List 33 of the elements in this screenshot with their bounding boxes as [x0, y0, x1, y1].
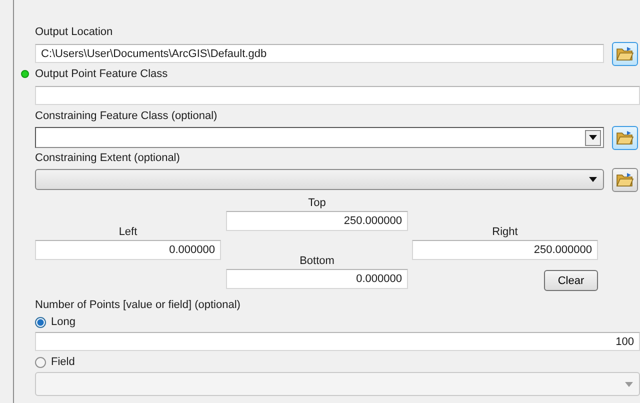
extent-label: Right	[491, 225, 519, 240]
number-field[interactable]: 100	[35, 332, 640, 351]
number-field[interactable]: 0.000000	[226, 269, 408, 289]
field-label: Constraining Extent (optional)	[35, 152, 180, 164]
radio-button[interactable]	[35, 356, 46, 368]
browse-button[interactable]	[612, 168, 638, 192]
folder-icon	[616, 130, 634, 146]
number-field[interactable]: 250.000000	[226, 211, 408, 231]
text-field[interactable]: C:\Users\User\Documents\ArcGIS\Default.gdb	[35, 44, 604, 63]
clear-button[interactable]: Clear	[544, 270, 598, 291]
dropdown-field[interactable]	[35, 169, 604, 190]
dropdown-button[interactable]	[585, 130, 601, 146]
radio-button[interactable]	[35, 316, 46, 328]
browse-button[interactable]	[612, 126, 638, 150]
radio-option[interactable]: Field	[35, 355, 640, 369]
folder-icon	[616, 46, 634, 62]
dropdown-arrow-icon	[625, 382, 633, 386]
dropdown-arrow-icon	[589, 177, 597, 182]
field-label: Output Location	[35, 26, 113, 38]
dropdown-field[interactable]	[35, 127, 604, 148]
radio-option[interactable]: Long	[35, 315, 640, 329]
number-field[interactable]: 250.000000	[412, 240, 598, 260]
number-field[interactable]: 0.000000	[35, 240, 221, 260]
folder-icon	[616, 172, 634, 188]
extent-label: Top	[307, 196, 327, 211]
field-label: Constraining Feature Class (optional)	[35, 110, 218, 122]
dropdown-arrow-icon	[589, 135, 597, 140]
field-label: Number of Points [value or field] (optional)	[35, 299, 242, 311]
browse-button[interactable]	[612, 42, 638, 66]
extent-label: Left	[118, 225, 138, 240]
text-field[interactable]	[35, 86, 640, 105]
extent-label: Bottom	[298, 254, 336, 269]
field-label: Output Point Feature Class	[35, 68, 168, 80]
